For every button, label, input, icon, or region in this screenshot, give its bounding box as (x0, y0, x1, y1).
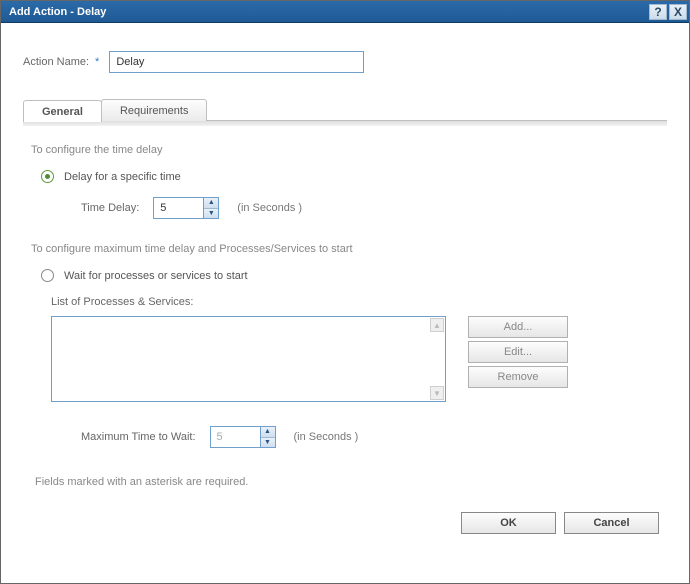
max-wait-spin-down[interactable]: ▼ (261, 438, 275, 448)
max-wait-input[interactable] (210, 426, 260, 448)
close-button[interactable]: X (669, 4, 687, 20)
list-label: List of Processes & Services: (51, 296, 659, 308)
max-wait-suffix: (in Seconds ) (294, 431, 359, 443)
time-delay-input[interactable] (153, 197, 203, 219)
time-delay-spin-buttons: ▲ ▼ (203, 197, 219, 219)
scroll-up-icon[interactable]: ▲ (430, 318, 444, 332)
general-pane: To configure the time delay Delay for a … (23, 126, 667, 538)
scroll-down-icon[interactable]: ▼ (430, 386, 444, 400)
listbox-scrollbar: ▲ ▼ (429, 317, 445, 401)
option-specific-label: Delay for a specific time (64, 171, 181, 183)
specific-heading: To configure the time delay (31, 144, 659, 156)
max-heading: To configure maximum time delay and Proc… (31, 243, 659, 255)
option-wait-row[interactable]: Wait for processes or services to start (41, 269, 659, 282)
processes-listbox[interactable]: ▲ ▼ (51, 316, 446, 402)
dialog-window: Add Action - Delay ? X Action Name: * Ge… (0, 0, 690, 584)
dialog-footer: OK Cancel (31, 488, 659, 534)
list-side-buttons: Add... Edit... Remove (468, 316, 568, 402)
time-delay-row: Time Delay: ▲ ▼ (in Seconds ) (81, 197, 659, 219)
time-delay-spin-up[interactable]: ▲ (204, 198, 218, 209)
max-wait-row: Maximum Time to Wait: ▲ ▼ (in Seconds ) (81, 426, 659, 448)
radio-wait-processes[interactable] (41, 269, 54, 282)
time-delay-spin-down[interactable]: ▼ (204, 209, 218, 219)
action-name-row: Action Name: * (23, 51, 667, 73)
required-marker: * (95, 56, 99, 68)
required-note: Fields marked with an asterisk are requi… (35, 476, 659, 488)
dialog-title: Add Action - Delay (9, 6, 647, 18)
action-name-input[interactable] (109, 51, 364, 73)
option-specific-row[interactable]: Delay for a specific time (41, 170, 659, 183)
tab-requirements[interactable]: Requirements (101, 99, 207, 121)
remove-button[interactable]: Remove (468, 366, 568, 388)
edit-button[interactable]: Edit... (468, 341, 568, 363)
titlebar: Add Action - Delay ? X (1, 1, 689, 23)
tab-general-label: General (42, 106, 83, 118)
time-delay-suffix: (in Seconds ) (237, 202, 302, 214)
max-wait-spinner: ▲ ▼ (210, 426, 276, 448)
add-button[interactable]: Add... (468, 316, 568, 338)
tab-requirements-label: Requirements (120, 105, 188, 117)
dialog-content: Action Name: * General Requirements To c… (1, 23, 689, 583)
cancel-button[interactable]: Cancel (564, 512, 659, 534)
ok-button[interactable]: OK (461, 512, 556, 534)
listbox-area[interactable] (52, 317, 429, 401)
action-name-label: Action Name: (23, 56, 89, 68)
max-wait-spin-buttons: ▲ ▼ (260, 426, 276, 448)
radio-delay-specific[interactable] (41, 170, 54, 183)
tabs: General Requirements (23, 99, 667, 121)
help-icon: ? (654, 6, 661, 18)
tab-general[interactable]: General (23, 100, 102, 122)
max-wait-spin-up[interactable]: ▲ (261, 427, 275, 438)
help-button[interactable]: ? (649, 4, 667, 20)
option-wait-label: Wait for processes or services to start (64, 270, 248, 282)
time-delay-label: Time Delay: (81, 202, 139, 214)
max-wait-label: Maximum Time to Wait: (81, 431, 196, 443)
time-delay-spinner: ▲ ▼ (153, 197, 219, 219)
list-row: ▲ ▼ Add... Edit... Remove (51, 316, 659, 402)
close-icon: X (674, 6, 682, 18)
